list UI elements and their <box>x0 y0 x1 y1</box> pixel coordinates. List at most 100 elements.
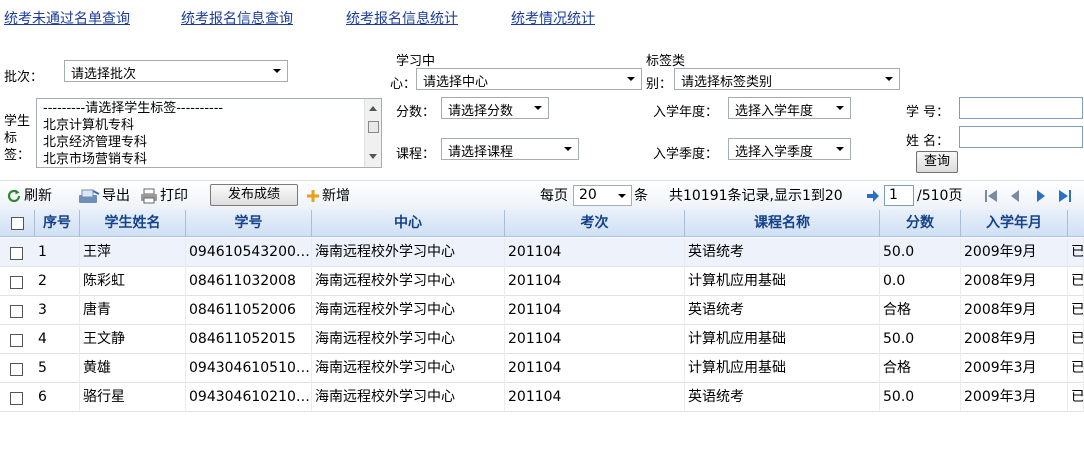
scroll-thumb[interactable] <box>368 121 379 133</box>
exam-session-cell: 201104 <box>505 296 685 325</box>
page-total: /510页 <box>917 188 963 204</box>
column-header[interactable]: 学生姓名 <box>80 210 186 237</box>
student-no-cell: 084611052006 <box>186 296 312 325</box>
list-item[interactable]: 北京市场营销专科 <box>43 151 147 167</box>
course-name-cell: 英语统考 <box>685 296 880 325</box>
score-select[interactable]: 请选择分数 <box>441 97 549 119</box>
row-checkbox[interactable] <box>10 276 23 289</box>
grid-toolbar: 刷新 导出 打印 发布成绩 新增 每页 20 条 共10191条记录,显示1到2… <box>0 180 1084 210</box>
nav-link-exam-stats[interactable]: 统考情况统计 <box>511 8 595 28</box>
scroll-down-icon[interactable] <box>369 154 377 159</box>
page-number-value: 1 <box>889 187 898 203</box>
chevron-down-icon <box>273 69 281 73</box>
list-item[interactable]: 北京经济管理专科 <box>43 134 147 151</box>
status-cell: 已 <box>1068 383 1084 412</box>
center-label-line1: 学习中 <box>396 54 436 69</box>
nav-link-registration-stats[interactable]: 统考报名信息统计 <box>346 8 458 28</box>
student-name-cell: 王文静 <box>80 325 186 354</box>
column-header[interactable]: 分数 <box>880 210 961 237</box>
column-header[interactable]: 考次 <box>505 210 685 237</box>
year-select-value: 选择入学年度 <box>735 104 814 119</box>
nav-link-registration-query[interactable]: 统考报名信息查询 <box>181 8 293 28</box>
row-checkbox[interactable] <box>10 305 23 318</box>
row-checkbox[interactable] <box>10 334 23 347</box>
exam-session-cell: 201104 <box>505 383 685 412</box>
table-row[interactable]: 6 骆行星 0943046102100... 海南远程校外学习中心 201104 英语统考… <box>0 383 1084 412</box>
row-checkbox[interactable] <box>10 363 23 376</box>
table-row[interactable]: 5 黄雄 0943046105100... 海南远程校外学习中心 201104 计算机应用… <box>0 354 1084 383</box>
student-no-label: 学 号： <box>906 105 950 120</box>
scroll-up-icon[interactable] <box>369 106 377 111</box>
column-header[interactable]: 学号 <box>186 210 312 237</box>
name-label: 姓 名： <box>906 134 950 149</box>
student-no-input[interactable] <box>959 97 1083 119</box>
top-nav: 统考未通过名单查询 统考报名信息查询 统考报名信息统计 统考情况统计 <box>0 0 1084 36</box>
year-label: 入学年度： <box>653 105 719 120</box>
export-button[interactable]: 导出 <box>78 186 130 206</box>
season-select[interactable]: 选择入学季度 <box>728 138 851 160</box>
select-all-cell[interactable] <box>0 210 35 237</box>
per-page-unit: 条 <box>634 188 648 204</box>
column-header[interactable]: 入学年月 <box>961 210 1068 237</box>
course-select-value: 请选择课程 <box>448 145 514 160</box>
enroll-date-cell: 2008年9月 <box>961 325 1068 354</box>
chevron-down-icon <box>885 77 893 81</box>
enroll-date-cell: 2008年9月 <box>961 296 1068 325</box>
center-cell: 海南远程校外学习中心 <box>312 238 505 267</box>
table-row[interactable]: 2 陈彩虹 084611032008 海南远程校外学习中心 201104 计算机应用基础 0… <box>0 267 1084 296</box>
table-row[interactable]: 3 唐青 084611052006 海南远程校外学习中心 201104 英语统考 合格 200… <box>0 296 1084 325</box>
name-input[interactable] <box>959 126 1083 148</box>
select-all-checkbox[interactable] <box>11 217 24 230</box>
column-header[interactable]: 课程名称 <box>685 210 880 237</box>
list-item[interactable]: 北京计算机专科 <box>43 117 134 134</box>
course-name-cell: 计算机应用基础 <box>685 267 880 296</box>
nav-link-unpassed-list[interactable]: 统考未通过名单查询 <box>4 8 130 28</box>
page-number-input[interactable]: 1 <box>884 185 914 206</box>
status-cell: 已 <box>1068 354 1084 383</box>
batch-select[interactable]: 请选择批次 <box>64 60 288 82</box>
year-select[interactable]: 选择入学年度 <box>728 97 851 119</box>
print-button[interactable]: 打印 <box>140 186 188 206</box>
score-cell: 合格 <box>880 354 961 383</box>
student-no-cell: 0943046102100... <box>186 383 312 412</box>
per-page-label: 每页 <box>540 188 568 204</box>
row-index-cell: 6 <box>35 383 80 412</box>
column-header[interactable]: 中心 <box>312 210 505 237</box>
center-cell: 海南远程校外学习中心 <box>312 325 505 354</box>
listbox-scrollbar[interactable] <box>364 99 381 167</box>
printer-icon <box>141 188 157 204</box>
chevron-down-icon <box>627 77 635 81</box>
tag-type-select-value: 请选择标签类别 <box>681 75 773 90</box>
row-checkbox[interactable] <box>10 392 23 405</box>
per-page-select[interactable]: 20 <box>573 185 632 206</box>
table-row[interactable]: 1 王萍 0946105432000... 海南远程校外学习中心 201104 英语统考 5… <box>0 238 1084 267</box>
center-select[interactable]: 请选择中心 <box>416 68 642 90</box>
chevron-down-icon <box>836 147 844 151</box>
center-cell: 海南远程校外学习中心 <box>312 354 505 383</box>
center-label-line2: 心： <box>390 77 417 92</box>
student-tag-label-3: 签： <box>4 148 31 163</box>
column-header[interactable]: 序号 <box>35 210 80 237</box>
course-select[interactable]: 请选择课程 <box>441 138 579 160</box>
query-button[interactable]: 查询 <box>916 151 958 173</box>
row-checkbox[interactable] <box>10 247 23 260</box>
prev-page-icon[interactable] <box>1008 188 1022 204</box>
refresh-button[interactable]: 刷新 <box>6 186 52 206</box>
enroll-date-cell: 2009年3月 <box>961 383 1068 412</box>
next-page-icon[interactable] <box>1034 188 1048 204</box>
go-page-icon[interactable] <box>866 188 880 204</box>
exam-session-cell: 201104 <box>505 267 685 296</box>
student-name-cell: 黄雄 <box>80 354 186 383</box>
first-page-icon[interactable] <box>984 188 998 204</box>
student-tag-listbox[interactable]: ---------请选择学生标签---------- 北京计算机专科 北京经济管… <box>36 98 382 168</box>
add-button[interactable]: 新增 <box>306 186 350 206</box>
last-page-icon[interactable] <box>1058 188 1072 204</box>
list-item[interactable]: ---------请选择学生标签---------- <box>43 100 223 117</box>
score-cell: 50.0 <box>880 238 961 267</box>
exam-session-cell: 201104 <box>505 354 685 383</box>
table-row[interactable]: 4 王文静 084611052015 海南远程校外学习中心 201104 计算机应用基础 5… <box>0 325 1084 354</box>
refresh-label: 刷新 <box>24 188 52 204</box>
tag-type-select[interactable]: 请选择标签类别 <box>674 68 900 90</box>
publish-scores-button[interactable]: 发布成绩 <box>210 184 298 206</box>
student-no-cell: 0943046105100... <box>186 354 312 383</box>
